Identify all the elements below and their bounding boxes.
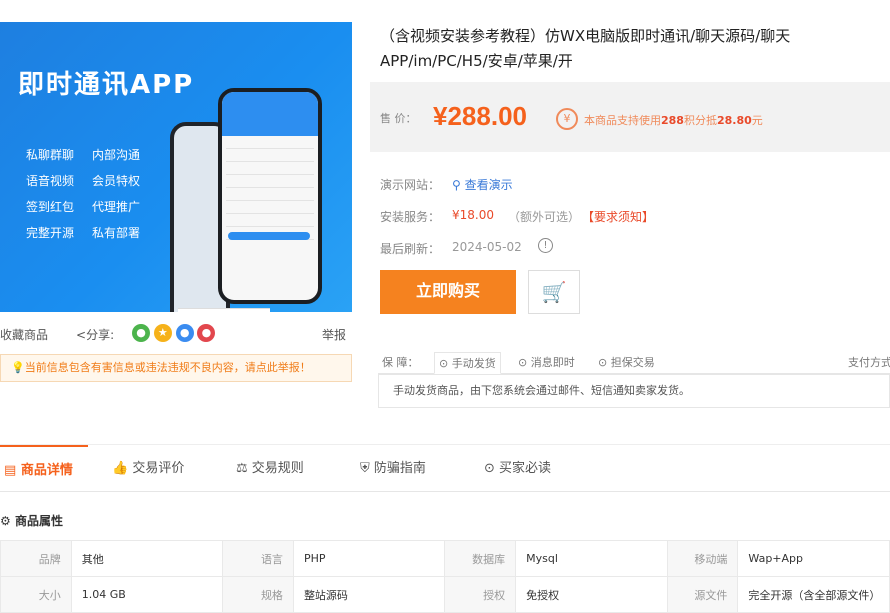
- attr-value: 其他: [70, 540, 224, 577]
- guarantee-row: 保 障： ⊙ 手动发货 ⊙ 消息即时 ⊙ 担保交易 支付方式: [378, 346, 890, 374]
- payment-method-label[interactable]: 支付方式: [848, 354, 890, 370]
- attr-key: 数据库: [444, 540, 517, 577]
- install-label: 安装服务：: [380, 210, 441, 224]
- attr-key: 源文件: [666, 576, 739, 613]
- check-icon: ⊙: [598, 356, 608, 369]
- banner-feature: 完整开源: [26, 226, 75, 240]
- banner-feature: 私聊群聊: [26, 148, 75, 162]
- weibo-share-icon[interactable]: ●: [197, 324, 216, 342]
- report-link[interactable]: 举报: [322, 326, 346, 343]
- notice-icon: ⊙: [484, 461, 495, 476]
- attr-key: 品牌: [0, 540, 72, 577]
- share-label: <分享:: [76, 326, 114, 343]
- search-icon: ⚲: [452, 178, 461, 192]
- qq-share-icon[interactable]: ●: [175, 324, 194, 342]
- demo-link-text: 查看演示: [464, 178, 513, 192]
- shield-icon: ⛨: [360, 461, 370, 476]
- product-title: （含视频安装参考教程）仿WX电脑版即时通讯/聊天源码/聊天APP/im/PC/H…: [380, 27, 791, 70]
- thumbs-up-icon: 👍: [112, 461, 129, 476]
- banner-feature: 内部沟通: [92, 148, 141, 162]
- attr-key: 语言: [222, 540, 294, 577]
- tab-anti-fraud[interactable]: ⛨ 防骗指南: [360, 445, 426, 493]
- table-row: 大小 1.04 GB 规格 整站源码 授权 免授权 源文件 完全开源（含全部源文…: [0, 576, 890, 613]
- tab-label: 交易规则: [251, 461, 304, 476]
- banner-feature: 签到红包: [26, 200, 75, 214]
- price-value: ¥288.00: [433, 101, 527, 131]
- points-note: 本商品支持使用288积分抵28.80元: [584, 112, 763, 128]
- attr-key: 规格: [222, 576, 294, 613]
- attributes-table: 品牌 其他 语言 PHP 数据库 Mysql 移动端 Wap+App 大小 1.…: [0, 540, 890, 613]
- list-icon: ▤: [4, 463, 17, 478]
- info-icon[interactable]: !: [538, 238, 553, 253]
- price-label: 售 价：: [380, 112, 417, 125]
- points-icon: ¥: [556, 108, 578, 130]
- attr-value: 免授权: [515, 576, 668, 613]
- guarantee-tab-instant[interactable]: ⊙ 消息即时: [518, 354, 575, 370]
- table-row: 品牌 其他 语言 PHP 数据库 Mysql 移动端 Wap+App: [0, 540, 890, 577]
- banner-feature: 代理推广: [92, 200, 141, 214]
- update-label: 最后刷新：: [380, 242, 441, 256]
- banner-feature: 会员特权: [92, 174, 141, 188]
- share-text: 分享:: [86, 328, 115, 342]
- detail-tabs: ▤ 商品详情 👍 交易评价 ⚖ 交易规则 ⛨ 防骗指南 ⊙ 买家必读: [0, 444, 890, 492]
- tab-label: 商品详情: [20, 463, 73, 478]
- install-price: ¥18.00: [452, 208, 494, 222]
- attributes-title: ⚙ 商品属性: [0, 512, 63, 529]
- guarantee-description: 手动发货商品，由下您系统会通过邮件、短信通知卖家发货。: [378, 374, 890, 408]
- tab-label: 交易评价: [132, 461, 185, 476]
- attr-value: PHP: [292, 540, 446, 577]
- demo-link[interactable]: ⚲ 查看演示: [452, 176, 513, 193]
- check-icon: ⊙: [518, 356, 528, 369]
- check-icon: ⊙: [439, 357, 449, 370]
- attr-value: 完全开源（含全部源文件）: [737, 576, 890, 613]
- tab-label: 防骗指南: [373, 461, 426, 476]
- tab-reviews[interactable]: 👍 交易评价: [112, 445, 184, 493]
- wechat-share-icon[interactable]: ●: [132, 324, 150, 342]
- points-mid: 积分抵: [683, 114, 717, 127]
- guarantee-item: 担保交易: [610, 356, 655, 369]
- attributes-title-text: 商品属性: [14, 514, 63, 528]
- attr-value: Wap+App: [737, 540, 890, 577]
- cart-icon[interactable]: 🛒: [528, 270, 580, 314]
- banner-feature: 语音视频: [26, 174, 75, 188]
- attr-key: 授权: [444, 576, 517, 613]
- guarantee-label: 保 障：: [382, 356, 419, 369]
- notice-text: 当前信息包含有害信息或违法违规不良内容，请点此举报！: [24, 361, 311, 374]
- guarantee-item: 手动发货: [451, 357, 496, 370]
- phone-button-illustration: [228, 232, 310, 240]
- tab-label: 买家必读: [499, 461, 552, 476]
- tab-product-details[interactable]: ▤ 商品详情: [0, 445, 88, 493]
- product-banner-image: 即时通讯APP 私聊群聊 内部沟通 语音视频 会员特权 签到红包 代理推广 完整…: [0, 22, 352, 312]
- banner-feature: 私有部署: [92, 226, 141, 240]
- tab-buyer-notice[interactable]: ⊙ 买家必读: [484, 445, 551, 493]
- favorite-link[interactable]: 收藏商品: [0, 326, 48, 343]
- qzone-share-icon[interactable]: ★: [153, 324, 172, 342]
- tab-trade-rules[interactable]: ⚖ 交易规则: [236, 445, 304, 493]
- attr-value: 1.04 GB: [70, 576, 224, 613]
- guarantee-tab-manual[interactable]: ⊙ 手动发货: [434, 352, 501, 374]
- phone-bottom-illustration: [178, 308, 270, 312]
- install-requirements-link[interactable]: 【要求须知】: [582, 208, 654, 225]
- points-prefix: 本商品支持使用: [584, 114, 661, 127]
- points-suffix: 元: [751, 114, 763, 127]
- buy-now-button[interactable]: 立即购买: [380, 270, 516, 314]
- points-amount: 288: [661, 114, 684, 127]
- attr-key: 移动端: [666, 540, 739, 577]
- share-icon: <: [76, 328, 87, 342]
- install-note: （额外可选）: [508, 210, 581, 224]
- guarantee-item: 消息即时: [530, 356, 575, 369]
- banner-title: 即时通讯APP: [18, 70, 195, 100]
- bulb-icon: 💡: [11, 361, 25, 374]
- report-notice[interactable]: 💡当前信息包含有害信息或违法违规不良内容，请点此举报！: [0, 354, 352, 382]
- phone-illustration: [218, 88, 322, 304]
- attr-value: Mysql: [515, 540, 668, 577]
- attr-key: 大小: [0, 576, 72, 613]
- update-date: 2024-05-02: [452, 240, 522, 254]
- rules-icon: ⚖: [236, 461, 248, 476]
- guarantee-tab-escrow[interactable]: ⊙ 担保交易: [598, 354, 655, 370]
- demo-label: 演示网站：: [380, 178, 441, 192]
- gear-icon: ⚙: [0, 514, 11, 528]
- points-value: 28.80: [716, 114, 752, 127]
- attr-value: 整站源码: [292, 576, 446, 613]
